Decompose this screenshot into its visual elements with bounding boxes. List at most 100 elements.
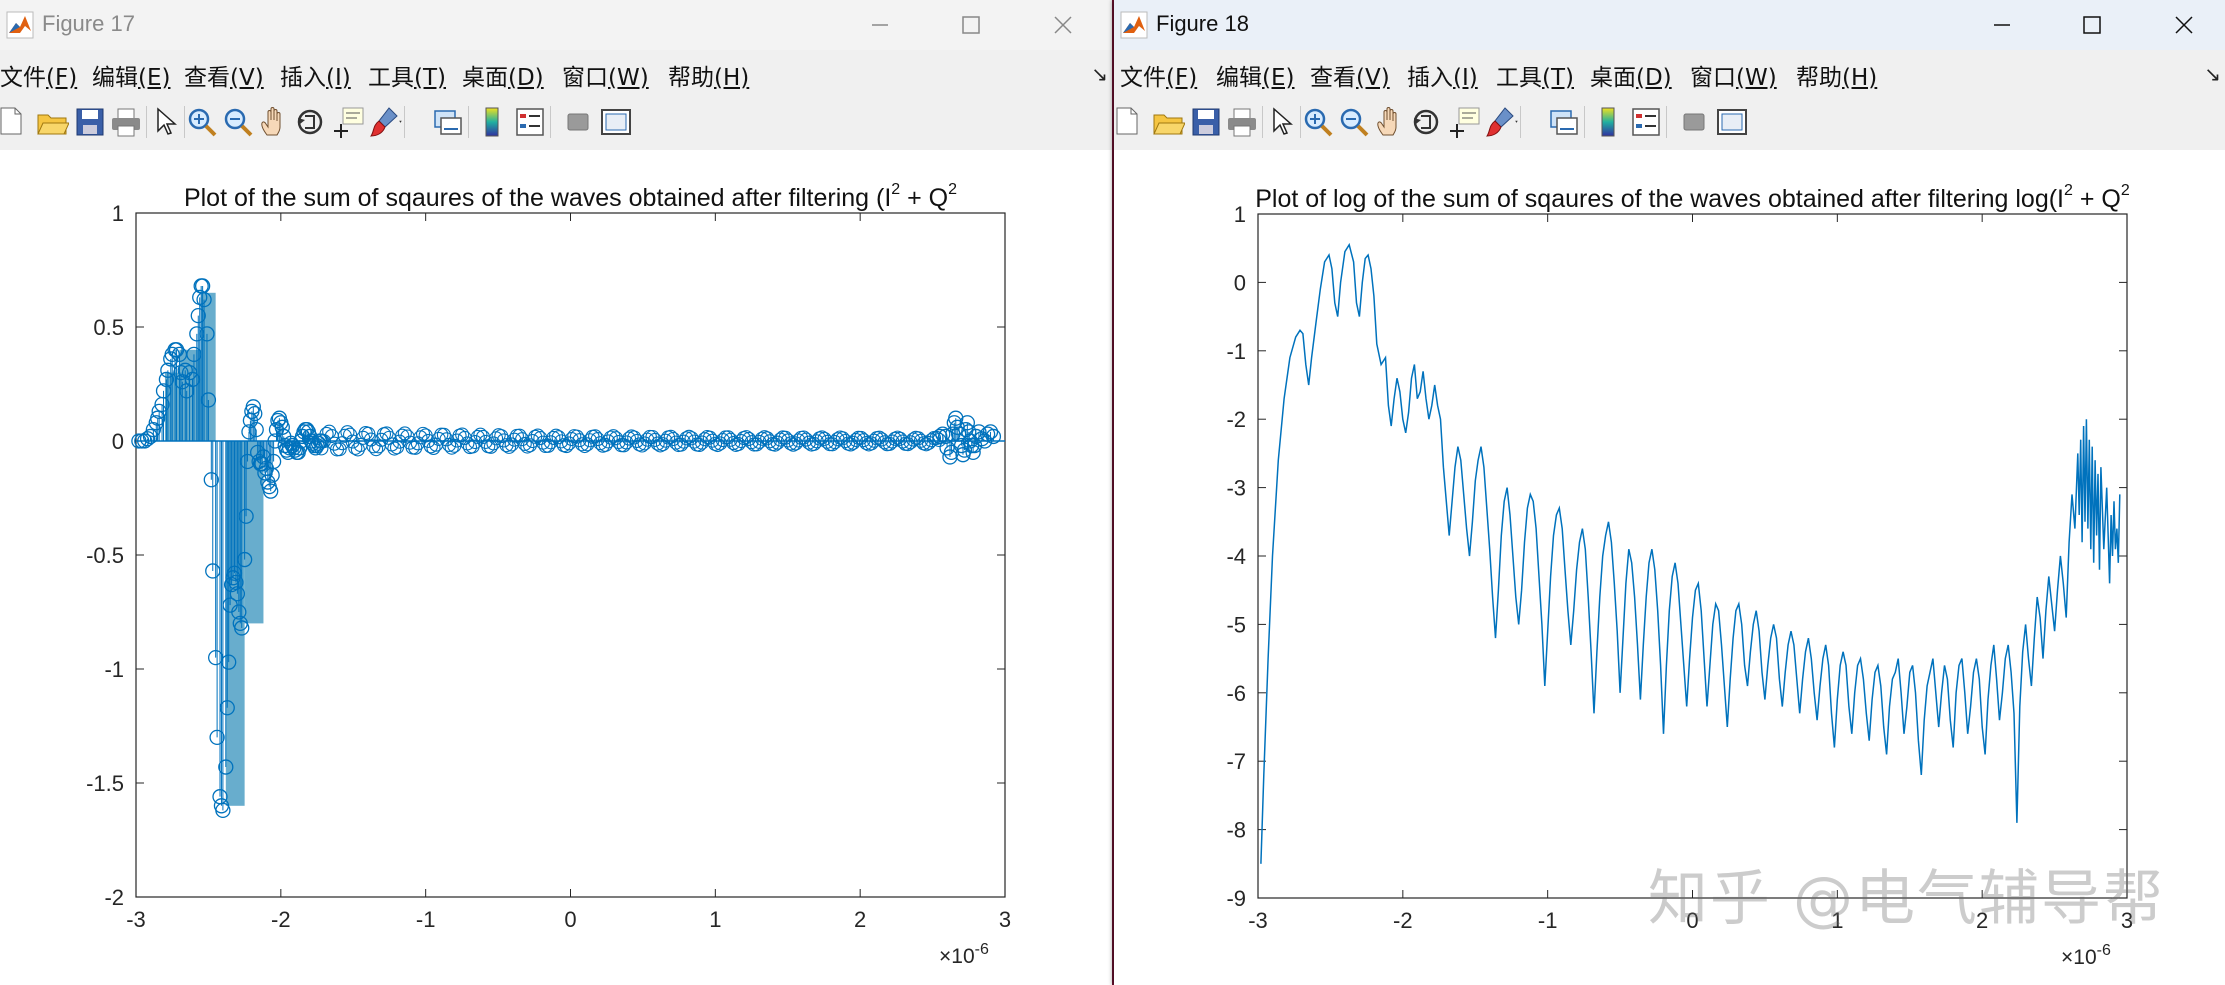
y-tick-label: -6	[1226, 681, 1246, 706]
legend-icon	[516, 108, 544, 136]
menu-label: 窗口	[562, 65, 608, 91]
menu-item[interactable]: 窗口(W)	[562, 58, 649, 92]
pointer-icon	[157, 107, 177, 135]
stem-plot[interactable]: -3 -2 -1 0 1 2 3-2-1.5-1-0.500.51×10-6Plot of …	[0, 150, 1112, 985]
show-plot-tools-icon	[601, 109, 631, 135]
menu-item[interactable]: 桌面(D)	[1590, 58, 1672, 92]
save-icon	[1192, 108, 1220, 136]
minimize-button[interactable]	[855, 6, 905, 44]
menu-item[interactable]: 帮助(H)	[668, 58, 749, 92]
menu-item[interactable]: 插入(I)	[1407, 58, 1478, 92]
maximize-button[interactable]	[946, 6, 996, 44]
brush-dropdown-button[interactable]	[1514, 104, 1528, 140]
x-exponent-label: ×10-6	[939, 941, 989, 968]
title-bar[interactable]: Figure 17	[0, 0, 1112, 50]
link-plot-icon	[1550, 110, 1578, 135]
legend-button[interactable]	[1628, 104, 1664, 140]
brush-button[interactable]	[1482, 104, 1518, 140]
rotate-3d-button[interactable]	[1408, 104, 1444, 140]
y-tick-label: -2	[104, 885, 124, 910]
menu-item[interactable]: 查看(V)	[184, 58, 264, 92]
link-plot-button[interactable]	[430, 104, 466, 140]
minimize-icon	[872, 24, 888, 26]
legend-icon	[1632, 108, 1660, 136]
menu-overflow-icon[interactable]: ↘	[1091, 62, 1108, 86]
toolbar-separator	[468, 106, 469, 138]
menu-item[interactable]: 工具(T)	[368, 58, 446, 92]
new-file-icon	[1116, 107, 1138, 135]
menu-item[interactable]: 编辑(E)	[92, 58, 170, 92]
brush-button[interactable]	[366, 104, 402, 140]
legend-button[interactable]	[512, 104, 548, 140]
data-cursor-button[interactable]	[1446, 104, 1482, 140]
chart-title: Plot of log of the sum of sqaures of the…	[1255, 182, 2130, 213]
menu-accelerator: (I)	[1453, 65, 1478, 91]
close-button[interactable]	[2159, 6, 2209, 44]
plot-area: -3 -2 -1 0 1 2 3 -9 -8 -7 -6 -5 -4 -3 -2 -1 0 1 ×10-6 Plot …	[1114, 150, 2225, 985]
save-button[interactable]	[72, 104, 108, 140]
x-tick-label: 2	[854, 907, 866, 932]
menu-label: 桌面	[1590, 65, 1636, 91]
y-tick-label: -5	[1226, 612, 1246, 637]
zoom-in-button[interactable]	[184, 104, 220, 140]
open-folder-button[interactable]	[1150, 104, 1186, 140]
open-folder-button[interactable]	[34, 104, 70, 140]
show-plot-tools-button[interactable]	[598, 104, 634, 140]
rotate-3d-button[interactable]	[292, 104, 328, 140]
menu-item[interactable]: 帮助(H)	[1796, 58, 1877, 92]
menu-overflow-icon[interactable]: ↘	[2204, 62, 2221, 86]
colorbar-button[interactable]	[474, 104, 510, 140]
plot-area: -3 -2 -1 0 1 2 3 -2 -1.5 -1 -0.5 0 0.5 1 ×10-6 Plot of …	[0, 150, 1112, 985]
close-button[interactable]	[1038, 6, 1088, 44]
toolbar-separator	[1666, 106, 1667, 138]
hide-plot-tools-button[interactable]	[1676, 104, 1712, 140]
menu-item[interactable]: 桌面(D)	[462, 58, 544, 92]
y-tick-label: -0.5	[86, 543, 124, 568]
menu-item[interactable]: 文件(F)	[0, 58, 77, 92]
menu-accelerator: (T)	[1542, 65, 1574, 91]
hide-plot-tools-button[interactable]	[560, 104, 596, 140]
zoom-out-button[interactable]	[1336, 104, 1372, 140]
rotate-3d-icon	[297, 109, 323, 135]
brush-dropdown-icon	[399, 120, 402, 123]
y-tick-label: 1	[1234, 202, 1246, 227]
menu-accelerator: (D)	[508, 65, 544, 91]
x-tick-label: -2	[271, 907, 291, 932]
new-file-button[interactable]	[1114, 104, 1146, 140]
zoom-in-button[interactable]	[1300, 104, 1336, 140]
menu-accelerator: (V)	[230, 65, 264, 91]
data-cursor-button[interactable]	[330, 104, 366, 140]
pan-button[interactable]	[256, 104, 292, 140]
menu-item[interactable]: 编辑(E)	[1216, 58, 1294, 92]
maximize-button[interactable]	[2067, 6, 2117, 44]
x-exponent: -6	[975, 941, 989, 958]
link-plot-button[interactable]	[1546, 104, 1582, 140]
menu-item[interactable]: 插入(I)	[280, 58, 351, 92]
print-button[interactable]	[1224, 104, 1260, 140]
menu-item[interactable]: 工具(T)	[1496, 58, 1574, 92]
new-file-button[interactable]	[0, 104, 30, 140]
save-button[interactable]	[1188, 104, 1224, 140]
pointer-button[interactable]	[1262, 104, 1298, 140]
save-icon	[76, 108, 104, 136]
title-bar[interactable]: Figure 18	[1114, 0, 2225, 50]
print-button[interactable]	[108, 104, 144, 140]
pan-button[interactable]	[1372, 104, 1408, 140]
show-plot-tools-button[interactable]	[1714, 104, 1750, 140]
menu-item[interactable]: 文件(F)	[1120, 58, 1197, 92]
pointer-button[interactable]	[146, 104, 182, 140]
menu-item[interactable]: 窗口(W)	[1690, 58, 1777, 92]
x-exponent: -6	[2097, 942, 2111, 959]
colorbar-button[interactable]	[1590, 104, 1626, 140]
open-folder-icon	[37, 114, 69, 135]
brush-dropdown-button[interactable]	[398, 104, 412, 140]
minimize-button[interactable]	[1977, 6, 2027, 44]
rotate-3d-icon	[1413, 109, 1439, 135]
menu-item[interactable]: 查看(V)	[1310, 58, 1390, 92]
menu-accelerator: (W)	[608, 65, 649, 91]
zoom-out-button[interactable]	[220, 104, 256, 140]
chart-title-part: Plot of the sum of sqaures of the waves …	[184, 184, 891, 212]
menu-label: 帮助	[1796, 65, 1842, 91]
menu-label: 查看	[184, 65, 230, 91]
y-tick-label: -1.5	[86, 771, 124, 796]
